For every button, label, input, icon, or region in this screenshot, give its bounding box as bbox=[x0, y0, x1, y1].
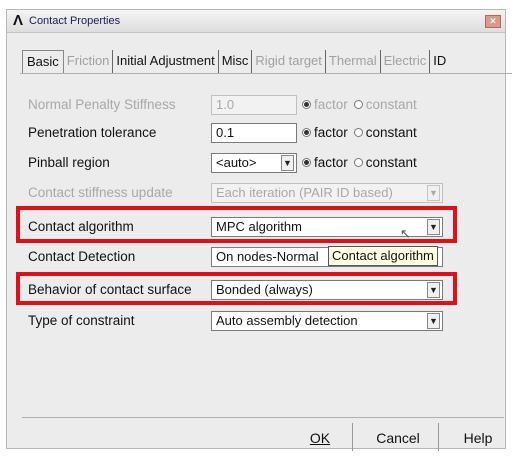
tab-misc[interactable]: Misc bbox=[219, 50, 253, 74]
penetration-factor-label: factor bbox=[314, 125, 348, 140]
radio-dot-icon bbox=[302, 128, 311, 137]
radio-dot-icon bbox=[302, 158, 311, 167]
penetration-constant-radio[interactable]: constant bbox=[353, 125, 417, 140]
button-divider bbox=[22, 417, 504, 418]
pinball-value: <auto> bbox=[216, 155, 257, 170]
close-icon[interactable]: ✕ bbox=[485, 15, 501, 28]
normal-penalty-label: Normal Penalty Stiffness bbox=[28, 97, 176, 112]
stiffness-update-select[interactable]: Each iteration (PAIR ID based) ▼ bbox=[211, 183, 443, 203]
title-bar[interactable]: Λ Contact Properties ✕ bbox=[7, 10, 505, 33]
chevron-down-icon[interactable]: ▼ bbox=[281, 155, 294, 171]
help-button[interactable]: Help bbox=[456, 426, 500, 450]
normal-penalty-constant-label: constant bbox=[365, 97, 417, 112]
detection-value: On nodes-Normal bbox=[216, 249, 319, 264]
tab-friction[interactable]: Friction bbox=[64, 50, 114, 74]
constraint-select[interactable]: Auto assembly detection ▼ bbox=[211, 311, 443, 331]
ok-button[interactable]: OK bbox=[300, 426, 340, 450]
penetration-label: Penetration tolerance bbox=[28, 125, 157, 140]
stiffness-update-value: Each iteration (PAIR ID based) bbox=[216, 185, 393, 200]
button-separator bbox=[352, 423, 353, 451]
normal-penalty-input[interactable]: 1.0 bbox=[211, 95, 297, 115]
highlight-box-behavior bbox=[16, 272, 457, 305]
penetration-input[interactable]: 0.1 bbox=[211, 123, 297, 143]
pinball-constant-label: constant bbox=[365, 155, 417, 170]
detection-label: Contact Detection bbox=[28, 249, 136, 264]
stiffness-update-label: Contact stiffness update bbox=[28, 185, 173, 200]
pinball-label: Pinball region bbox=[28, 155, 110, 170]
button-separator bbox=[438, 423, 439, 451]
constraint-value: Auto assembly detection bbox=[216, 313, 358, 328]
penetration-factor-radio[interactable]: factor bbox=[302, 125, 348, 140]
tab-strip: Basic Friction Initial Adjustment Misc R… bbox=[22, 50, 449, 74]
tab-initial-adjustment[interactable]: Initial Adjustment bbox=[113, 50, 219, 74]
radio-dot-icon bbox=[353, 100, 363, 109]
normal-penalty-factor-label: factor bbox=[314, 97, 348, 112]
mouse-cursor-icon: ↖ bbox=[400, 226, 411, 241]
pinball-factor-label: factor bbox=[314, 155, 348, 170]
pinball-radio-group: factor constant bbox=[302, 155, 417, 170]
highlight-box-contact-algorithm bbox=[16, 206, 457, 243]
tab-thermal[interactable]: Thermal bbox=[326, 50, 381, 74]
chevron-down-icon[interactable]: ▼ bbox=[427, 185, 440, 201]
pinball-constant-radio[interactable]: constant bbox=[353, 155, 417, 170]
penetration-constant-label: constant bbox=[365, 125, 417, 140]
radio-dot-icon bbox=[353, 158, 363, 167]
app-logo-icon: Λ bbox=[13, 12, 24, 29]
tab-electric[interactable]: Electric bbox=[381, 50, 431, 74]
penetration-radio-group: factor constant bbox=[302, 125, 417, 140]
tab-id[interactable]: ID bbox=[430, 50, 449, 74]
pinball-factor-radio[interactable]: factor bbox=[302, 155, 348, 170]
tab-rigid-target[interactable]: Rigid target bbox=[252, 50, 326, 74]
tab-basic[interactable]: Basic bbox=[22, 50, 64, 74]
normal-penalty-constant-radio[interactable]: constant bbox=[353, 97, 417, 112]
pinball-select[interactable]: <auto> ▼ bbox=[211, 153, 297, 173]
cancel-button[interactable]: Cancel bbox=[370, 426, 426, 450]
normal-penalty-factor-radio[interactable]: factor bbox=[302, 97, 348, 112]
chevron-down-icon[interactable]: ▼ bbox=[427, 313, 440, 329]
tab-divider bbox=[20, 73, 512, 74]
normal-penalty-radio-group: factor constant bbox=[302, 97, 417, 112]
window-title: Contact Properties bbox=[29, 15, 121, 27]
radio-dot-icon bbox=[353, 128, 363, 137]
constraint-label: Type of constraint bbox=[28, 313, 135, 328]
tooltip: Contact algorithm bbox=[328, 246, 438, 266]
radio-dot-icon bbox=[302, 100, 311, 109]
